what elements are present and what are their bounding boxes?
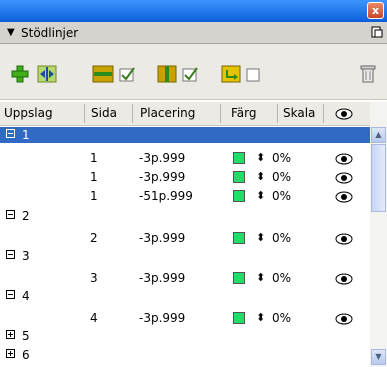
guide-placering: -3p.999: [139, 311, 186, 325]
column-skala[interactable]: Skala: [283, 106, 315, 120]
column-sida[interactable]: Sida: [91, 106, 117, 120]
check-icon[interactable]: [181, 65, 199, 83]
guide-skala: 0%: [272, 311, 292, 325]
check-icon[interactable]: [118, 65, 136, 83]
column-header: Uppslag Sida Placering Färg Skala: [0, 102, 370, 126]
guide-placering: -3p.999: [139, 151, 186, 165]
close-button[interactable]: x: [367, 2, 384, 19]
unchecked-box-icon[interactable]: [245, 65, 261, 83]
spread-label: 1: [22, 128, 30, 142]
column-placering[interactable]: Placering: [140, 106, 195, 120]
spread-guide-icon[interactable]: [37, 65, 57, 83]
guide-sida: 2: [90, 231, 98, 245]
column-divider[interactable]: [220, 104, 221, 123]
guide-skala: 0%: [272, 189, 292, 203]
skala-stepper-icon[interactable]: ⬍: [256, 170, 265, 183]
guide-sida: 4: [90, 311, 98, 325]
spread-label: 3: [22, 249, 30, 263]
guide-sida: 1: [90, 189, 98, 203]
column-divider[interactable]: [84, 104, 85, 123]
spread-row-2[interactable]: 2: [0, 208, 370, 224]
guide-color-swatch[interactable]: [233, 272, 245, 284]
spread-label: 6: [22, 348, 30, 362]
visibility-eye-icon[interactable]: [335, 233, 353, 245]
guide-row[interactable]: 1 -3p.999 ⬍ 0%: [0, 150, 370, 166]
visibility-eye-icon[interactable]: [335, 313, 353, 325]
vertical-guide-icon[interactable]: [157, 65, 177, 83]
skala-stepper-icon[interactable]: ⬍: [256, 189, 265, 202]
scroll-down-button[interactable]: ▼: [371, 349, 386, 365]
guide-sida: 1: [90, 170, 98, 184]
horizontal-guide-icon[interactable]: [92, 65, 114, 83]
scroll-up-button[interactable]: ▲: [371, 127, 386, 143]
guide-color-swatch[interactable]: [233, 190, 245, 202]
skala-stepper-icon[interactable]: ⬍: [256, 271, 265, 284]
column-divider[interactable]: [323, 104, 324, 123]
add-guide-icon[interactable]: [10, 65, 30, 83]
collapse-toggle-icon[interactable]: [6, 129, 15, 138]
guide-color-swatch[interactable]: [233, 171, 245, 183]
guide-skala: 0%: [272, 170, 292, 184]
skala-stepper-icon[interactable]: ⬍: [256, 231, 265, 244]
visibility-eye-icon[interactable]: [335, 191, 353, 203]
spread-label: 2: [22, 209, 30, 223]
guide-row[interactable]: 1 -3p.999 ⬍ 0%: [0, 169, 370, 185]
guide-sida: 1: [90, 151, 98, 165]
visibility-eye-icon[interactable]: [335, 172, 353, 184]
guide-skala: 0%: [272, 271, 292, 285]
guide-placering: -3p.999: [139, 170, 186, 184]
guide-placering: -3p.999: [139, 271, 186, 285]
guide-row[interactable]: 2 -3p.999 ⬍ 0%: [0, 230, 370, 246]
spread-row-1[interactable]: 1: [0, 127, 370, 143]
guides-list: 1 1 -3p.999 ⬍ 0% 1 -3p.999 ⬍ 0% 1 -51p.9…: [0, 126, 370, 367]
guide-row[interactable]: 4 -3p.999 ⬍ 0%: [0, 310, 370, 326]
skala-stepper-icon[interactable]: ⬍: [256, 151, 265, 164]
guide-color-swatch[interactable]: [233, 152, 245, 164]
guide-skala: 0%: [272, 151, 292, 165]
collapse-toggle-icon[interactable]: [6, 290, 15, 299]
guide-placering: -51p.999: [139, 189, 193, 203]
spread-label: 4: [22, 289, 30, 303]
column-uppslag[interactable]: Uppslag: [4, 106, 53, 120]
guide-lock-icon[interactable]: [221, 65, 241, 83]
guide-sida: 3: [90, 271, 98, 285]
toolbar: [0, 44, 387, 100]
guide-placering: -3p.999: [139, 231, 186, 245]
titlebar: x: [0, 0, 387, 22]
guide-color-swatch[interactable]: [233, 312, 245, 324]
guide-row[interactable]: 3 -3p.999 ⬍ 0%: [0, 270, 370, 286]
guide-row[interactable]: 1 -51p.999 ⬍ 0%: [0, 188, 370, 204]
column-divider[interactable]: [132, 104, 133, 123]
column-divider[interactable]: [277, 104, 278, 123]
expand-toggle-icon[interactable]: [6, 349, 15, 358]
visibility-eye-icon[interactable]: [335, 273, 353, 285]
collapse-triangle-icon[interactable]: ▼: [7, 27, 15, 38]
scroll-thumb[interactable]: [371, 144, 386, 212]
panel-title: Stödlinjer: [21, 26, 79, 40]
collapse-toggle-icon[interactable]: [6, 210, 15, 219]
spread-row-4[interactable]: 4: [0, 288, 370, 304]
spread-label: 5: [22, 329, 30, 343]
collapse-toggle-icon[interactable]: [6, 250, 15, 259]
guide-skala: 0%: [272, 231, 292, 245]
vertical-scrollbar[interactable]: ▲ ▼: [370, 102, 387, 367]
skala-stepper-icon[interactable]: ⬍: [256, 311, 265, 324]
panel-menu-icon[interactable]: [371, 26, 383, 38]
column-farg[interactable]: Färg: [231, 106, 257, 120]
visibility-eye-icon[interactable]: [335, 153, 353, 165]
guide-color-swatch[interactable]: [233, 232, 245, 244]
panel-header: ▼ Stödlinjer: [0, 22, 387, 44]
trash-icon[interactable]: [360, 65, 376, 83]
spread-row-6[interactable]: 6: [0, 347, 370, 363]
spread-row-5[interactable]: 5: [0, 328, 370, 344]
spread-row-3[interactable]: 3: [0, 248, 370, 264]
visibility-eye-icon[interactable]: [335, 108, 353, 120]
expand-toggle-icon[interactable]: [6, 330, 15, 339]
guides-panel-window: x ▼ Stödlinjer Uppslag Sida Placering Fä…: [0, 0, 387, 367]
